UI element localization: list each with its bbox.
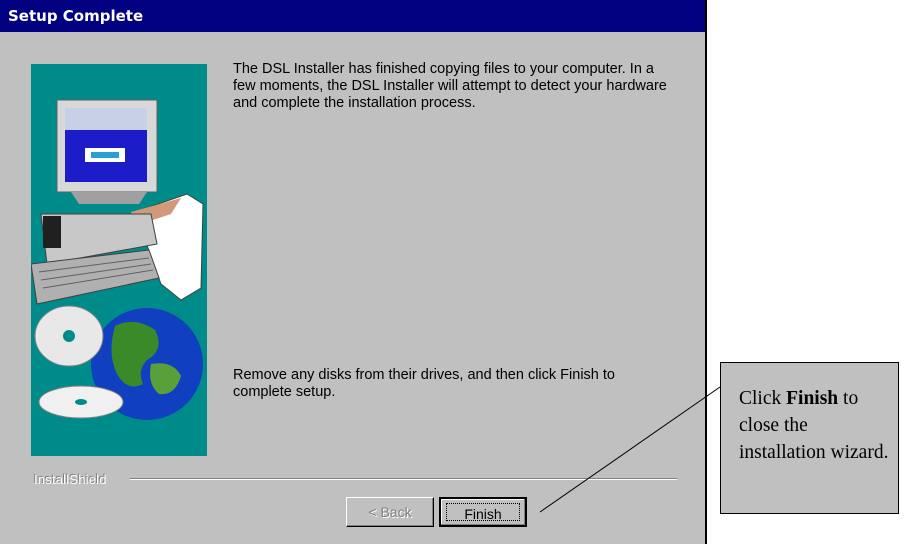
callout-bold: Finish: [786, 388, 839, 409]
callout-prefix: Click: [739, 388, 787, 409]
callout-box: Click Finish to close the installation w…: [720, 362, 899, 514]
